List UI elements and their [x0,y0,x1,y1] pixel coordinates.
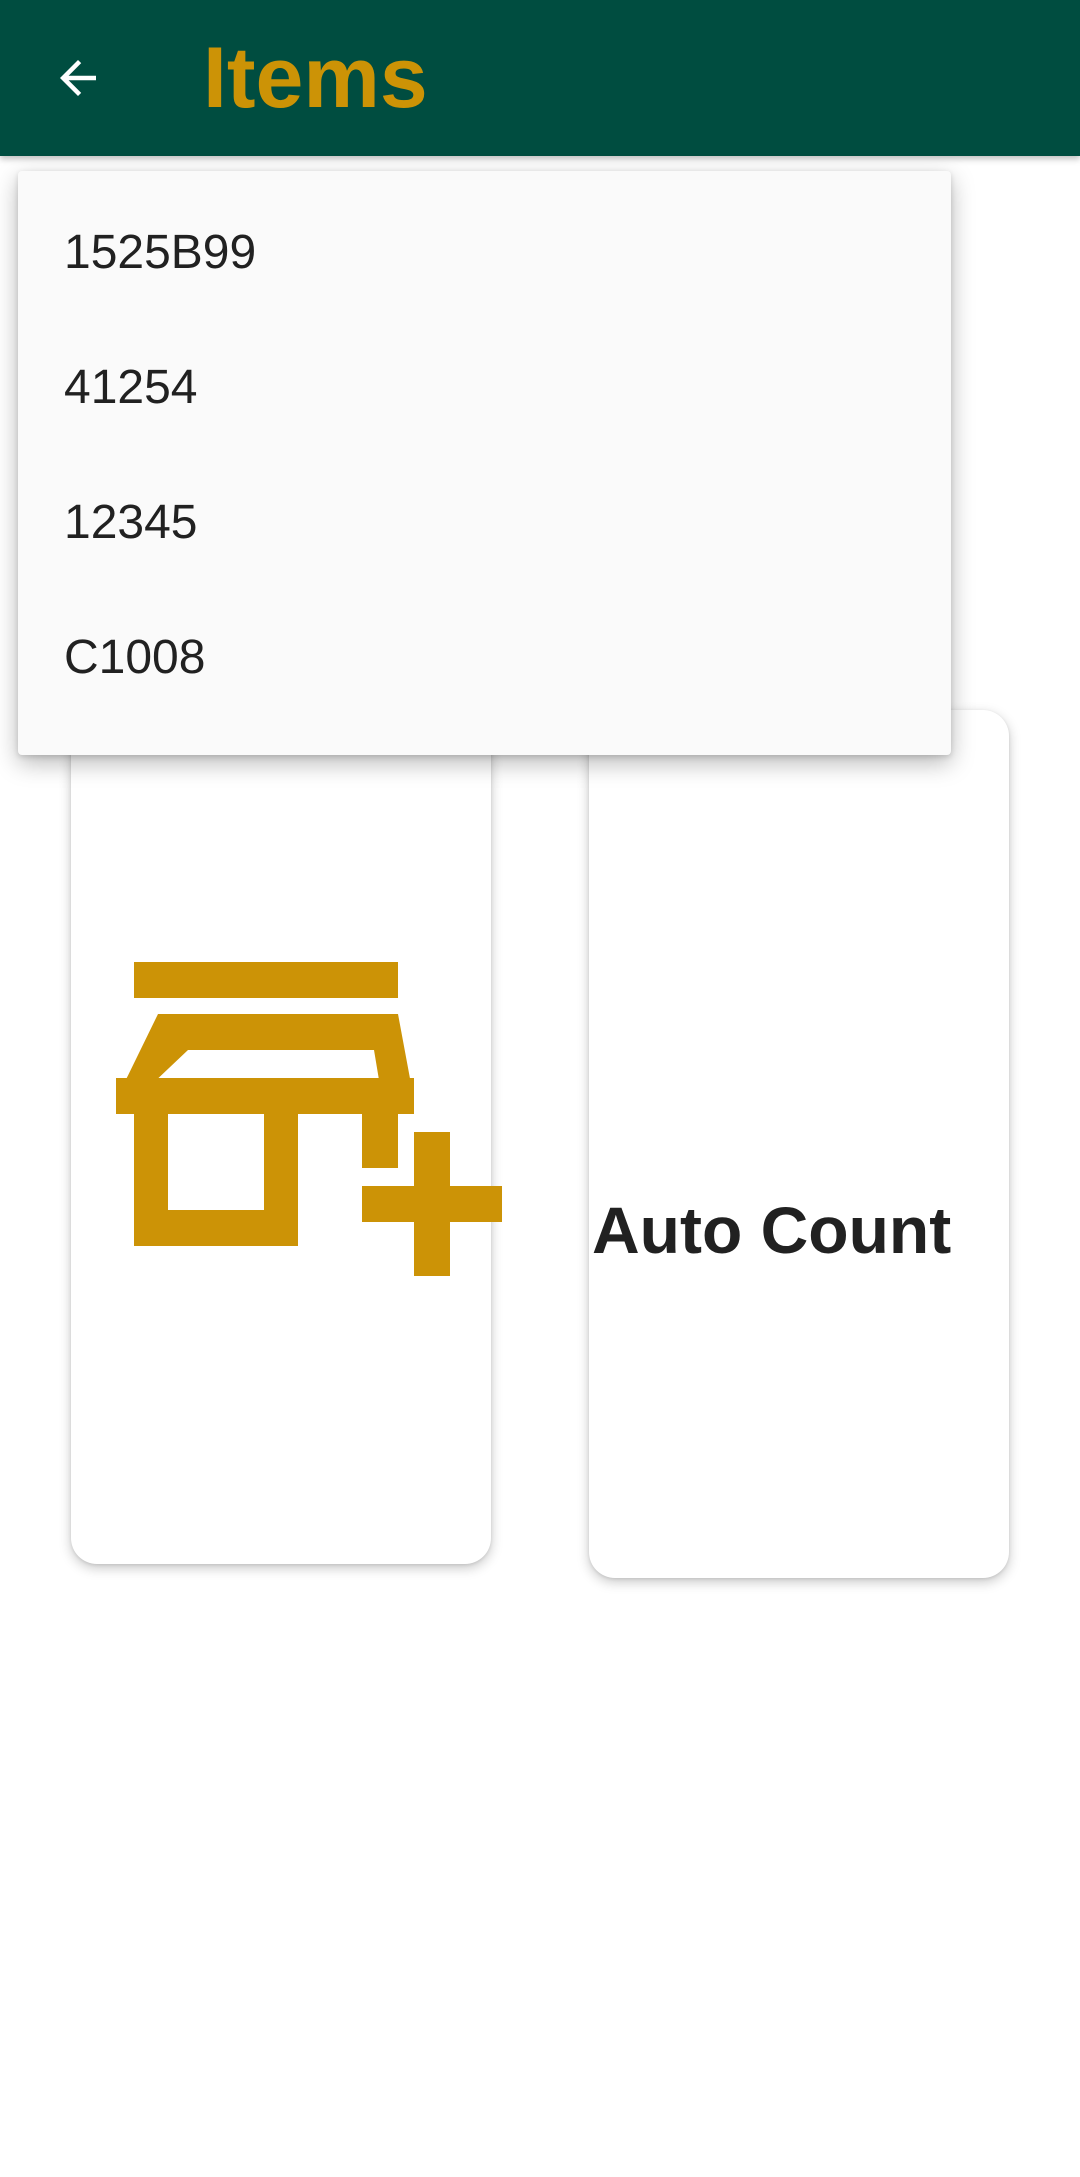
page-title: Items [203,30,428,126]
store-add-icon [116,962,502,1276]
dropdown-option[interactable]: 41254 [18,320,951,455]
dropdown-option[interactable]: 1525B99 [18,185,951,320]
app-bar: Items [0,0,1080,156]
dropdown-option[interactable]: 12345 [18,455,951,590]
auto-count-label: Auto Count [592,1193,952,1267]
arrow-left-icon [60,60,96,96]
auto-count-card[interactable] [589,710,1009,1578]
back-button[interactable] [30,30,126,126]
dropdown-option[interactable]: C1008 [18,590,951,725]
item-dropdown-menu: 1525B99 41254 12345 C1008 [18,171,951,755]
